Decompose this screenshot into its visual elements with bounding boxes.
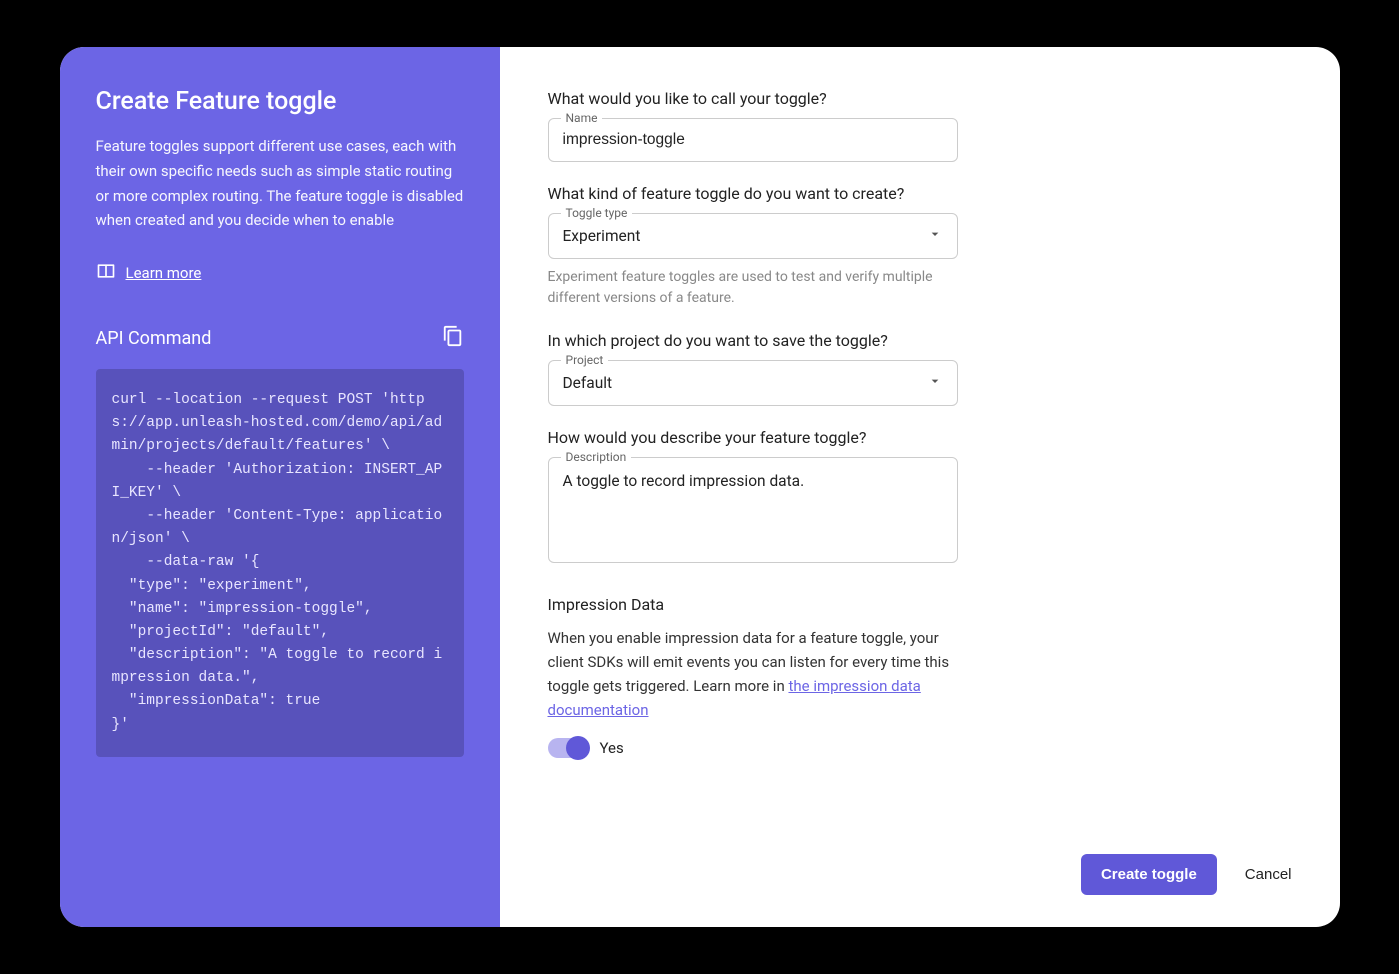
impression-section: Impression Data When you enable impressi… — [548, 585, 1292, 758]
type-help-text: Experiment feature toggles are used to t… — [548, 267, 958, 309]
sidebar: Create Feature toggle Feature toggles su… — [60, 47, 500, 927]
api-command-label: API Command — [96, 328, 212, 349]
description-question: How would you describe your feature togg… — [548, 428, 1292, 447]
name-field-label: Name — [561, 111, 603, 125]
impression-switch-label: Yes — [600, 739, 624, 757]
learn-more-row: Learn more — [96, 261, 464, 285]
cancel-button[interactable]: Cancel — [1245, 866, 1292, 883]
main-form: What would you like to call your toggle?… — [500, 47, 1340, 927]
api-command-header: API Command — [96, 325, 464, 351]
api-code-block[interactable]: curl --location --request POST 'https://… — [96, 369, 464, 757]
project-group: In which project do you want to save the… — [548, 331, 1292, 406]
project-question: In which project do you want to save the… — [548, 331, 1292, 350]
project-field-label: Project — [561, 353, 609, 367]
switch-knob — [566, 736, 590, 760]
sidebar-title: Create Feature toggle — [96, 87, 464, 116]
type-question: What kind of feature toggle do you want … — [548, 184, 1292, 203]
copy-icon[interactable] — [442, 325, 464, 351]
type-field-label: Toggle type — [561, 206, 633, 220]
name-question: What would you like to call your toggle? — [548, 89, 1292, 108]
description-input[interactable]: A toggle to record impression data. — [549, 458, 957, 558]
chevron-down-icon — [927, 226, 943, 246]
type-group: What kind of feature toggle do you want … — [548, 184, 1292, 309]
name-input[interactable] — [549, 119, 957, 161]
type-select[interactable]: Experiment — [549, 214, 957, 258]
description-group: How would you describe your feature togg… — [548, 428, 1292, 563]
create-toggle-modal: Create Feature toggle Feature toggles su… — [60, 47, 1340, 927]
project-select-value: Default — [563, 374, 613, 392]
footer-actions: Create toggle Cancel — [1081, 854, 1292, 895]
learn-more-link[interactable]: Learn more — [126, 264, 202, 282]
type-field-wrap[interactable]: Toggle type Experiment — [548, 213, 958, 259]
name-group: What would you like to call your toggle?… — [548, 89, 1292, 162]
description-field-label: Description — [561, 450, 632, 464]
name-field-wrap: Name — [548, 118, 958, 162]
description-field-wrap: Description A toggle to record impressio… — [548, 457, 958, 563]
sidebar-description: Feature toggles support different use ca… — [96, 134, 464, 233]
project-field-wrap[interactable]: Project Default — [548, 360, 958, 406]
impression-title: Impression Data — [548, 595, 1292, 614]
type-select-value: Experiment — [563, 227, 641, 245]
impression-toggle-row: Yes — [548, 738, 1292, 758]
book-icon — [96, 261, 116, 285]
chevron-down-icon — [927, 373, 943, 393]
create-toggle-button[interactable]: Create toggle — [1081, 854, 1217, 895]
impression-switch[interactable] — [548, 738, 588, 758]
impression-description: When you enable impression data for a fe… — [548, 626, 958, 722]
project-select[interactable]: Default — [549, 361, 957, 405]
